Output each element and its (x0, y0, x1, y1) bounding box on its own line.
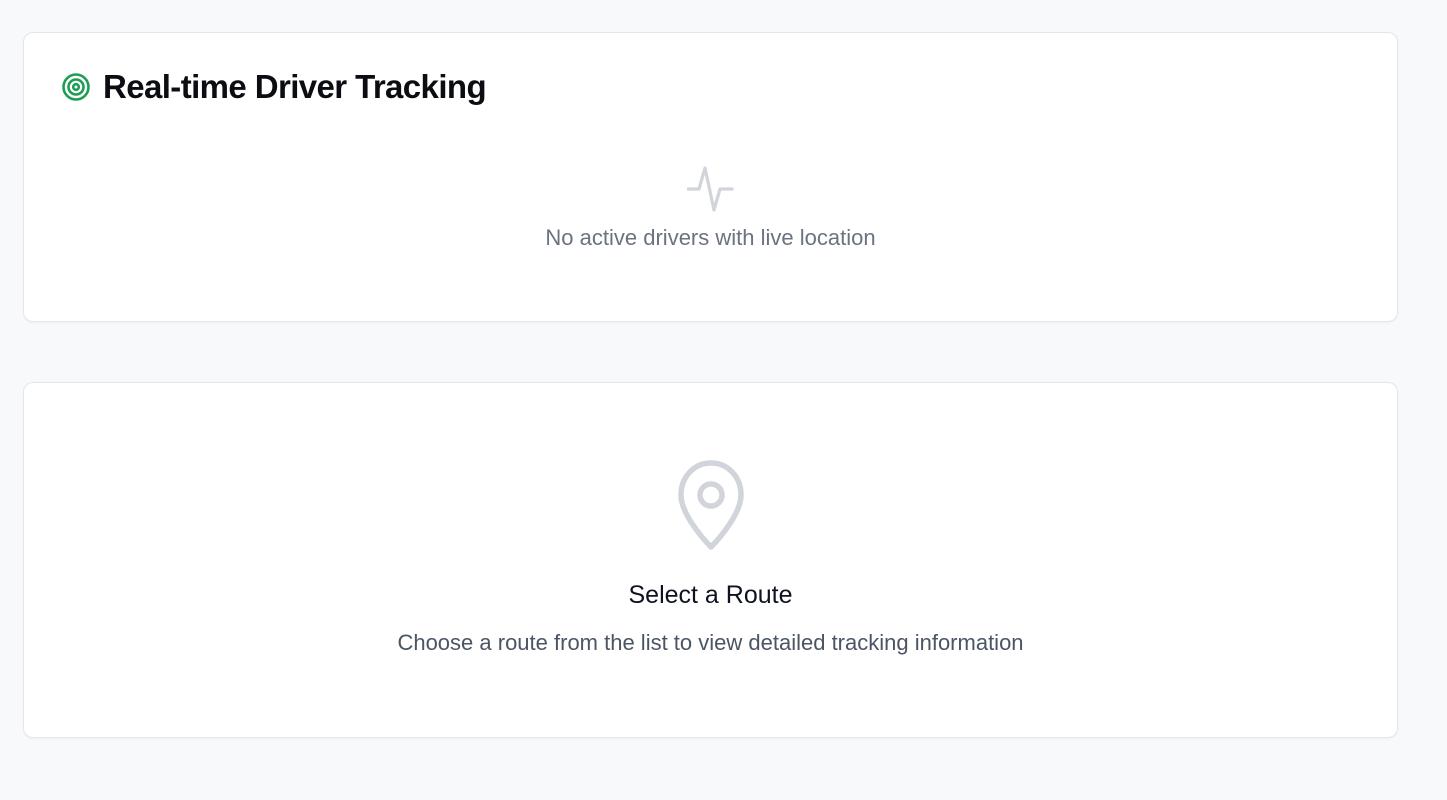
driver-tracking-card: Real-time Driver Tracking No active driv… (23, 32, 1398, 322)
select-route-title: Select a Route (628, 581, 793, 609)
select-route-empty-state: Select a Route Choose a route from the l… (24, 457, 1397, 656)
route-details-card: Select a Route Choose a route from the l… (23, 382, 1398, 738)
no-drivers-message: No active drivers with live location (545, 225, 876, 250)
page-title: Real-time Driver Tracking (103, 68, 487, 105)
select-route-description: Choose a route from the list to view det… (397, 630, 1024, 655)
no-drivers-empty-state: No active drivers with live location (24, 165, 1397, 251)
activity-icon (686, 166, 734, 212)
target-icon (61, 72, 91, 102)
map-pin-icon (677, 460, 744, 550)
driver-tracking-header: Real-time Driver Tracking (61, 67, 487, 107)
